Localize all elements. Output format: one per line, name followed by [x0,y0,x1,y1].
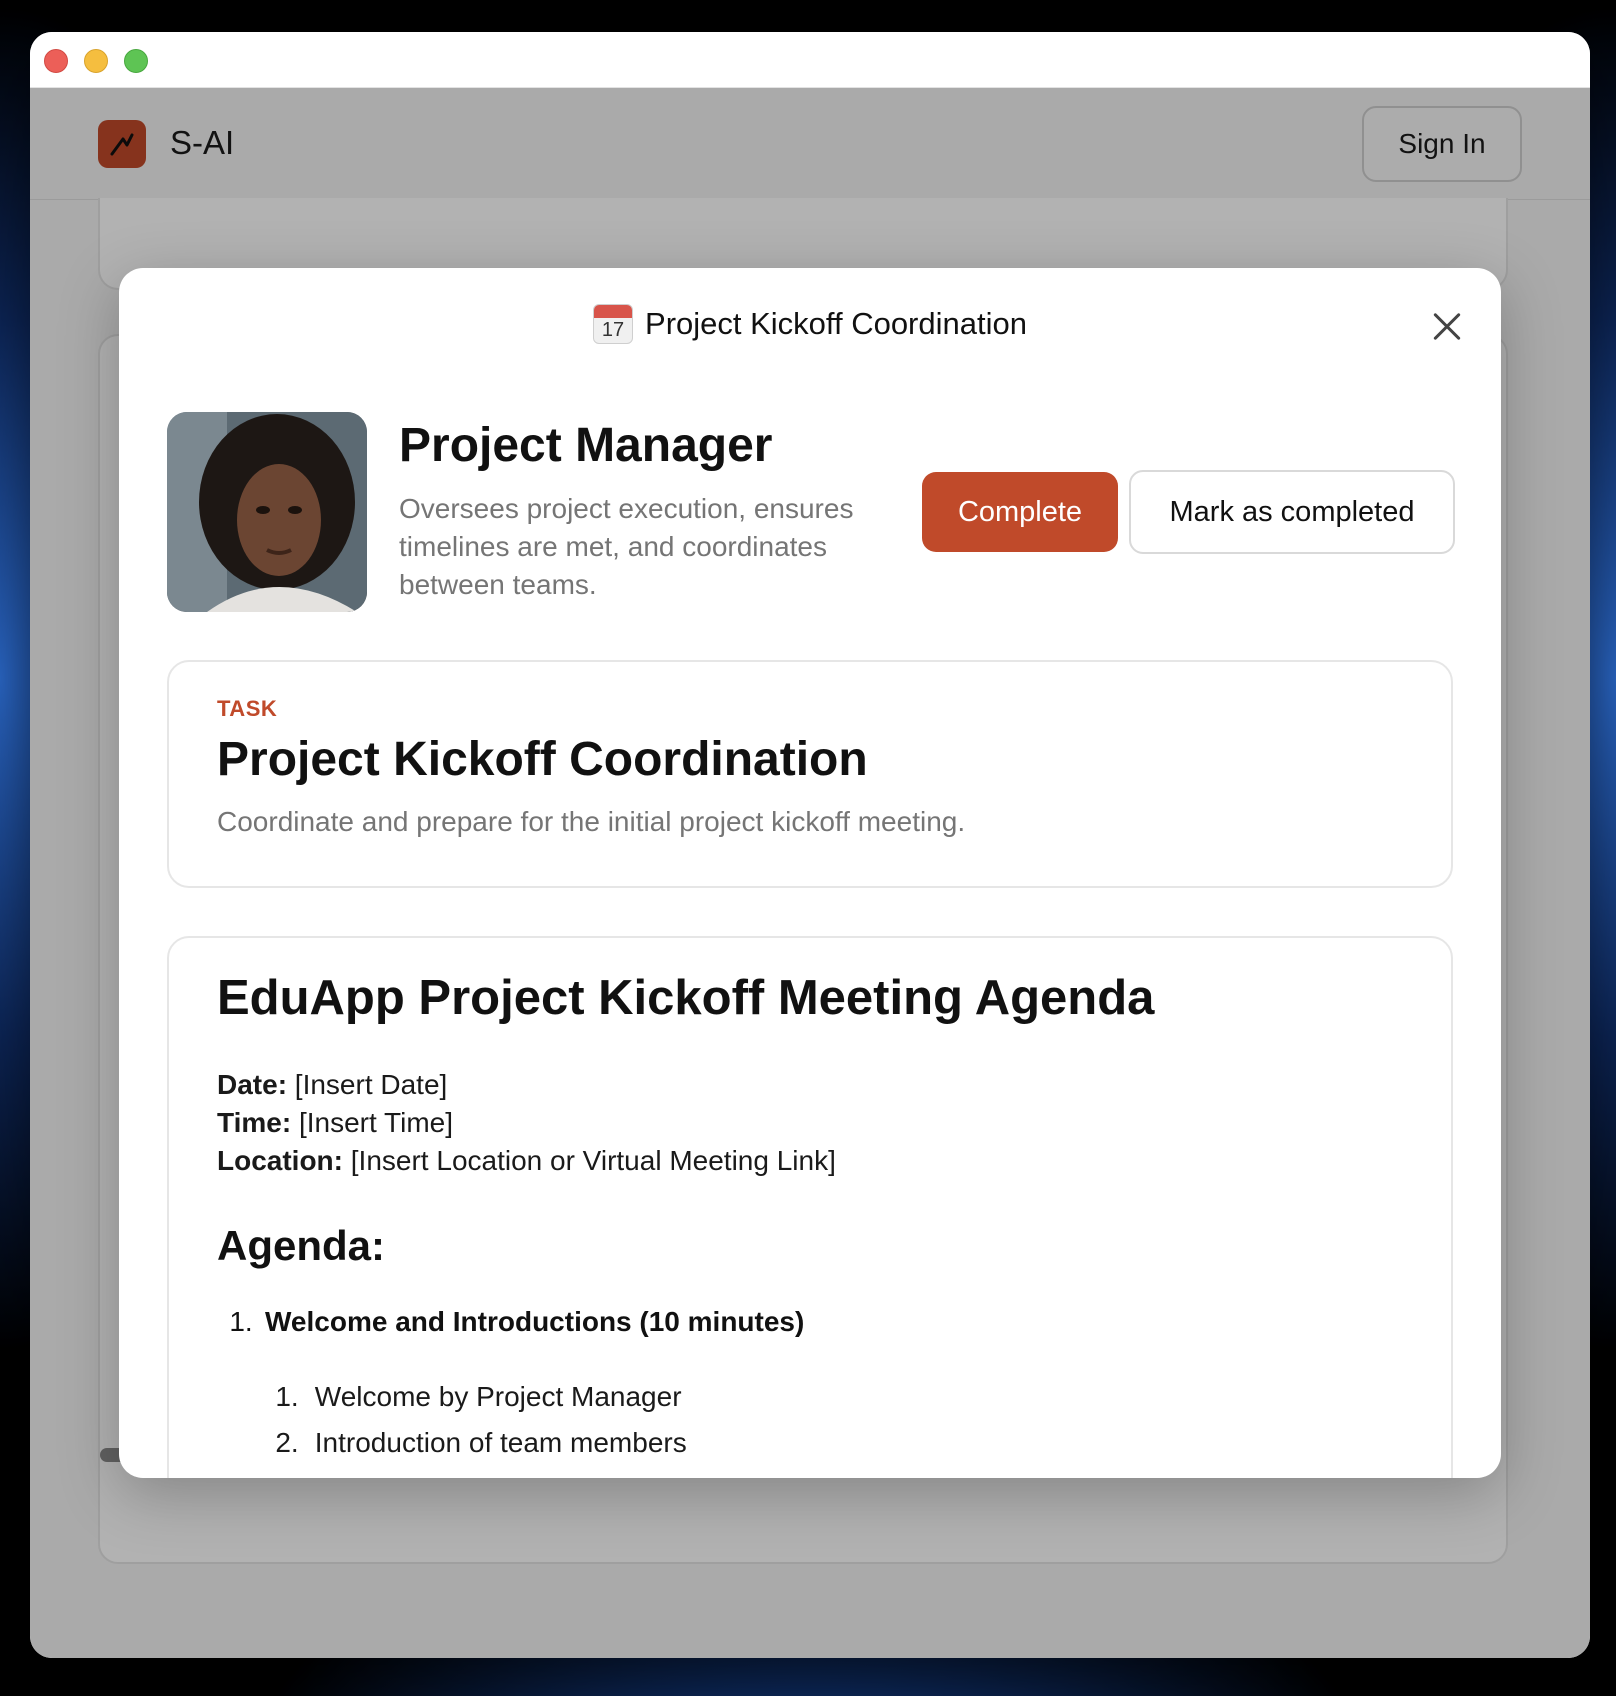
task-title: Project Kickoff Coordination [217,733,868,786]
modal-title-text: Project Kickoff Coordination [645,306,1027,341]
agenda-item: 1. Welcome and Introductions (10 minutes) [229,1306,805,1337]
list-item: 1. Welcome by Project Manager [275,1381,682,1412]
avatar [167,412,367,612]
meta-location: Location: [Insert Location or Virtual Me… [217,1145,836,1176]
meeting-meta: Date: [Insert Date] Time: [Insert Time] … [217,1066,836,1180]
maximize-window-button[interactable] [124,49,148,73]
agenda-subitems: 1. Welcome by Project Manager 2. Introdu… [267,1374,687,1466]
document-card: EduApp Project Kickoff Meeting Agenda Da… [167,936,1453,1478]
calendar-icon: 17 [593,304,634,344]
task-modal: 17 Project Kickoff Coordination Project … [119,268,1501,1478]
role-title: Project Manager [399,419,773,472]
task-card: TASK Project Kickoff Coordination Coordi… [167,660,1453,888]
modal-title: 17 Project Kickoff Coordination [119,304,1501,344]
meta-time: Time: [Insert Time] [217,1107,453,1138]
mark-as-completed-button[interactable]: Mark as completed [1129,470,1455,554]
agenda-heading: Agenda: [217,1222,385,1269]
task-description: Coordinate and prepare for the initial p… [217,806,966,837]
complete-button[interactable]: Complete [922,472,1118,552]
window-titlebar [30,32,1590,88]
meta-date: Date: [Insert Date] [217,1069,448,1100]
document-heading: EduApp Project Kickoff Meeting Agenda [217,971,1155,1025]
minimize-window-button[interactable] [84,49,108,73]
close-window-button[interactable] [44,49,68,73]
role-description: Oversees project execution, ensures time… [399,493,854,600]
list-item: 2. Introduction of team members [275,1427,687,1458]
task-eyebrow: TASK [217,696,278,721]
close-icon[interactable] [1425,304,1469,348]
